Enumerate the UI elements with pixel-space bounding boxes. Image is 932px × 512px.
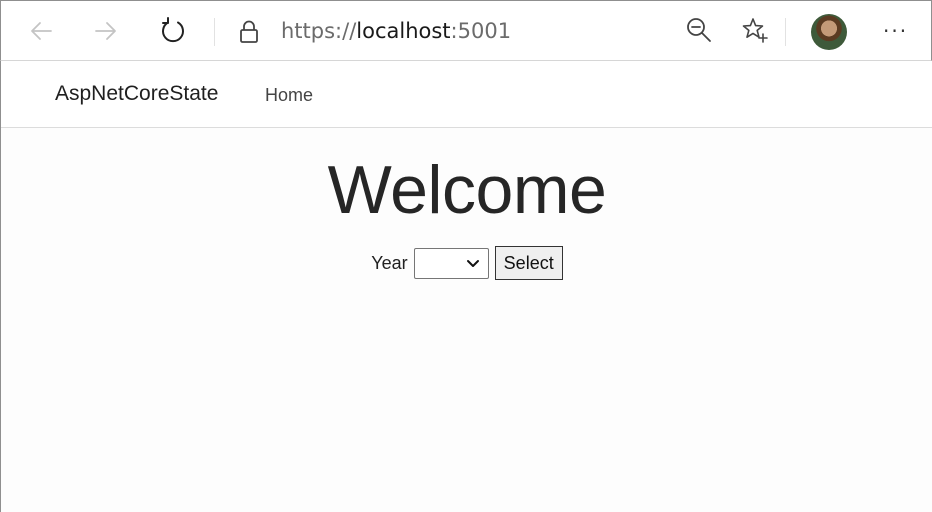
url-text[interactable]: https://localhost:5001 [281, 19, 511, 43]
brand-link[interactable]: AspNetCoreState [55, 82, 218, 106]
year-label: Year [371, 252, 408, 273]
nav-link-home[interactable]: Home [265, 85, 313, 106]
refresh-icon [162, 17, 184, 43]
back-arrow-icon [31, 22, 52, 40]
url-scheme: https:// [281, 19, 357, 43]
year-form: Year Select [1, 246, 932, 280]
chevron-down-icon [466, 259, 479, 267]
add-favorite-icon[interactable] [741, 16, 769, 44]
page-content: AspNetCoreState Home Welcome Year Select [0, 61, 932, 512]
page-title: Welcome [327, 152, 607, 228]
zoom-out-icon[interactable] [685, 16, 713, 44]
forward-arrow-icon [95, 22, 116, 40]
site-navbar: AspNetCoreState Home [1, 61, 932, 128]
url-port: :5001 [450, 19, 512, 43]
toolbar-divider-2 [785, 18, 786, 46]
toolbar-divider [214, 18, 215, 46]
back-button[interactable] [23, 13, 59, 49]
more-icon[interactable]: ··· [883, 19, 908, 43]
url-host: localhost [356, 19, 451, 43]
profile-avatar[interactable] [811, 14, 847, 50]
browser-toolbar: https://localhost:5001 ··· [0, 0, 932, 61]
lock-icon[interactable] [239, 20, 259, 44]
select-button[interactable]: Select [494, 246, 563, 280]
year-select[interactable] [413, 247, 489, 279]
refresh-button[interactable] [155, 13, 191, 49]
forward-button[interactable] [88, 13, 124, 49]
